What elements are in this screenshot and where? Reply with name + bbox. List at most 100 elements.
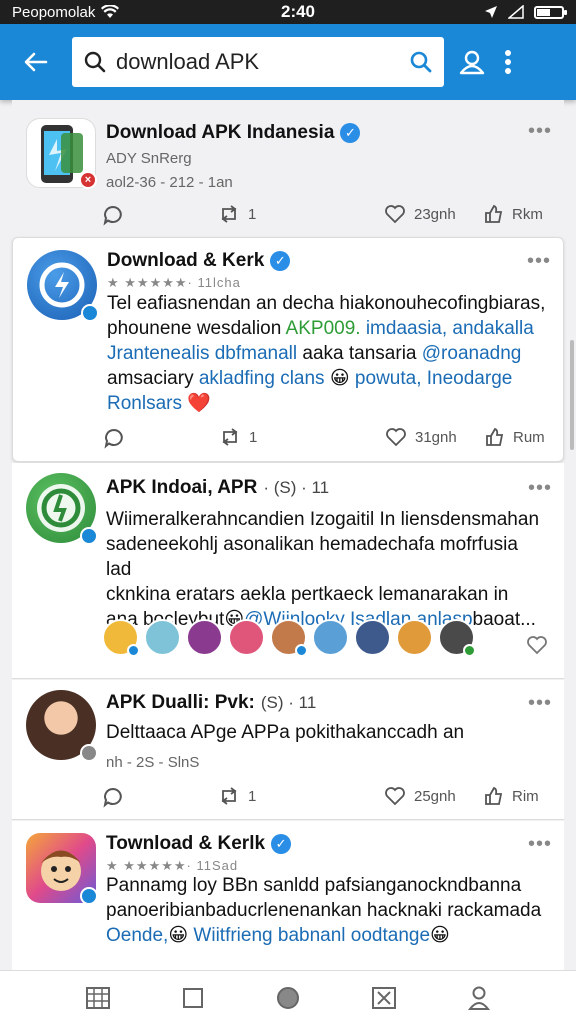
body-line: Jrantenealis dbfmanall aaka tansaria @ro… — [107, 341, 547, 366]
share-label: Rum — [513, 428, 545, 446]
status-x-badge: × — [79, 171, 97, 189]
reply-button[interactable] — [103, 427, 125, 449]
share-icon — [486, 427, 504, 446]
verified-badge-icon: ✓ — [270, 251, 291, 271]
body-link[interactable]: Oende, — [106, 925, 168, 946]
result-card[interactable]: APK Indoai, APR · (S) · 11 ••• Wiimeralk… — [12, 463, 564, 679]
user-avatar — [26, 690, 98, 762]
emoji: 😀 — [430, 925, 450, 946]
post-title-suffix: · (S) · 11 — [263, 478, 330, 497]
body-line: Oende,😀 Wiitfrieng babnanl oodtange😀 — [106, 923, 546, 948]
user-avatar — [102, 619, 140, 657]
user-avatar — [270, 619, 308, 657]
body-link[interactable]: imdaasia, andakalla — [361, 318, 534, 339]
mention-link[interactable]: @roanadng — [422, 343, 522, 364]
reply-button[interactable] — [102, 786, 124, 808]
body-line: Pannamg loy BBn sanldd pafsianganockndba… — [106, 875, 522, 896]
more-options-icon[interactable]: ••• — [528, 477, 552, 500]
result-card[interactable]: × Download APK Indanesia ✓ ••• ADY SnRer… — [12, 100, 564, 236]
circle-icon[interactable] — [275, 985, 301, 1011]
liker-avatars[interactable] — [102, 619, 476, 657]
app-bar-actions — [458, 49, 512, 75]
body-link[interactable]: Jrantenealis dbfmanall — [107, 343, 297, 364]
post-body: Tel eafiasnendan an decha hiakonouhecofi… — [107, 291, 547, 416]
verified-badge-icon: ✓ — [340, 123, 361, 143]
grid-icon[interactable] — [85, 986, 111, 1010]
body-link[interactable]: Ronlsars — [107, 393, 182, 414]
post-meta: ADY SnRerg — [106, 150, 192, 167]
share-icon — [485, 786, 503, 805]
post-body: Pannamg loy BBn sanldd pafsianganockndba… — [106, 873, 546, 948]
share-button[interactable]: Rkm — [484, 204, 543, 224]
heart-icon[interactable] — [526, 635, 548, 655]
post-actions: 1 23gnh Rkm — [102, 204, 552, 228]
square-icon[interactable] — [181, 986, 205, 1010]
heart-icon — [386, 428, 406, 447]
body-line: Delttaaca APge APPa pokithakancсadh an — [106, 722, 465, 743]
post-body: Wiimeralkerahncandien Izogaitil In liens… — [106, 507, 546, 632]
body-link[interactable]: akladfing clans — [199, 368, 325, 389]
share-label: Rkm — [512, 205, 543, 223]
search-input[interactable] — [116, 49, 410, 75]
reply-icon — [104, 428, 123, 449]
share-icon — [485, 204, 503, 223]
search-submit-icon[interactable] — [410, 51, 432, 73]
close-box-icon[interactable] — [371, 986, 397, 1010]
post-title-text: Download APK Indanesia — [106, 122, 335, 143]
post-title[interactable]: Townload & Kerlk ✓ — [106, 833, 292, 855]
body-text: amsaciary — [107, 368, 199, 389]
like-button[interactable]: 23gnh — [384, 204, 456, 224]
post-title[interactable]: APK Dualli: Pvk: (S) · 11 — [106, 692, 316, 714]
like-count: 31gnh — [415, 428, 457, 446]
back-arrow-icon — [24, 52, 48, 72]
body-line: phounene wesdalion AKP009. imdaasia, and… — [107, 316, 547, 341]
share-button[interactable]: Rum — [485, 427, 545, 447]
reply-icon — [103, 787, 122, 808]
post-actions: 1 31gnh Rum — [103, 427, 553, 451]
post-date: nh - 2S - SlnS — [106, 754, 200, 771]
like-button[interactable]: 31gnh — [385, 427, 457, 447]
reply-icon — [103, 205, 122, 226]
heart-icon — [385, 787, 405, 806]
repost-button[interactable]: 1 — [218, 204, 256, 224]
body-link[interactable]: Wiitfrieng babnanl oodtange — [188, 925, 430, 946]
back-button[interactable] — [0, 24, 72, 100]
more-options-icon[interactable]: ••• — [528, 692, 552, 715]
repost-count: 1 — [249, 428, 258, 446]
reply-button[interactable] — [102, 204, 124, 226]
post-title[interactable]: APK Indoai, APR · (S) · 11 — [106, 477, 329, 499]
repost-button[interactable]: 1 — [218, 786, 256, 806]
user-avatar — [438, 619, 476, 657]
share-button[interactable]: Rim — [484, 786, 539, 806]
profile-icon[interactable] — [458, 49, 486, 75]
result-card[interactable]: Townload & Kerlk ✓ ••• ★ ★★★★★· 11Sad Pa… — [12, 821, 564, 970]
status-dot-icon — [80, 744, 98, 762]
share-label: Rim — [512, 787, 539, 805]
emoji: 😀 — [329, 368, 350, 389]
more-options-icon[interactable]: ••• — [527, 250, 551, 273]
repost-icon — [221, 205, 237, 223]
verified-badge-icon: ✓ — [271, 834, 292, 854]
clock: 2:40 — [280, 2, 316, 21]
post-title[interactable]: Download & Kerk ✓ — [107, 250, 291, 272]
overflow-menu-icon[interactable] — [504, 49, 512, 75]
more-options-icon[interactable]: ••• — [528, 120, 552, 143]
post-title[interactable]: Download APK Indanesia ✓ — [106, 122, 361, 144]
verified-dot-icon — [80, 887, 98, 905]
hashtag-link[interactable]: AKP009. — [286, 318, 361, 339]
status-icons — [364, 5, 567, 19]
user-avatar — [396, 619, 433, 656]
search-box[interactable] — [72, 37, 444, 87]
scrollbar[interactable] — [570, 340, 574, 450]
repost-button[interactable]: 1 — [219, 427, 257, 447]
body-link[interactable]: powuta, Ineodarge — [350, 368, 512, 389]
user-avatar — [312, 619, 349, 656]
post-actions: 1 25gnh Rim — [102, 786, 552, 810]
result-card[interactable]: Download & Kerk ✓ ••• ★ ★★★★★· 11lcha Te… — [12, 237, 564, 462]
person-icon[interactable] — [467, 985, 491, 1011]
app-avatar — [26, 473, 98, 545]
like-button[interactable]: 25gnh — [384, 786, 456, 806]
body-line: Tel eafiasnendan an decha hiakonouhecofi… — [107, 293, 546, 314]
result-card[interactable]: APK Dualli: Pvk: (S) · 11 ••• Delttaaca … — [12, 680, 564, 820]
more-options-icon[interactable]: ••• — [528, 833, 552, 856]
